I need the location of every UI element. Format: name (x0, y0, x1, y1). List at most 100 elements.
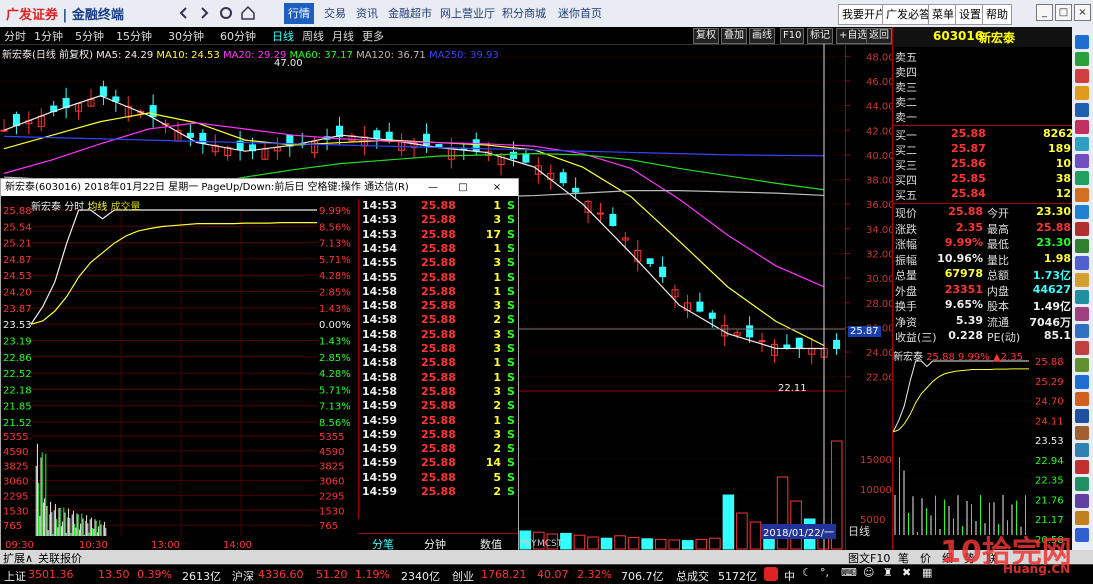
fire-icon[interactable] (1075, 341, 1089, 355)
tag-icon[interactable] (1075, 290, 1089, 304)
gift-icon[interactable] (1075, 477, 1089, 491)
sun-icon[interactable] (1075, 511, 1089, 525)
zoom-icon[interactable] (1075, 528, 1089, 542)
tick-time: 14:53 (362, 199, 398, 212)
indicator-tab-mcst[interactable]: MCST (537, 539, 562, 549)
book-icon[interactable] (1075, 239, 1089, 253)
list-icon[interactable] (1075, 324, 1089, 338)
menu-4[interactable]: 网上营业厅 (436, 3, 499, 24)
warn-icon[interactable] (1075, 120, 1089, 134)
cal-icon[interactable] (1075, 375, 1089, 389)
punct-icon[interactable]: °, (820, 566, 829, 579)
forward-icon[interactable] (196, 5, 212, 21)
sell-row-0: 卖五 (893, 49, 1093, 64)
timeframe-2[interactable]: 5分钟 (75, 28, 104, 44)
rss-icon[interactable] (1075, 154, 1089, 168)
top-button-3[interactable]: 设置 (955, 4, 985, 25)
pie-icon[interactable] (1075, 171, 1089, 185)
pen-icon[interactable] (1075, 426, 1089, 440)
timeframe-8[interactable]: 月线 (332, 28, 354, 44)
hot-icon[interactable] (1075, 137, 1089, 151)
link-icon[interactable] (1075, 409, 1089, 423)
input-method-icon[interactable] (764, 567, 778, 581)
tick-row-19: 14:59 25.88 5 S (359, 471, 519, 485)
f10-icon[interactable] (1075, 86, 1089, 100)
keyboard-icon[interactable]: ⌨ (841, 566, 857, 579)
popup-maximize-icon[interactable]: □ (456, 179, 470, 196)
timeframe-6[interactable]: 日线 (272, 28, 294, 44)
add-icon[interactable] (1075, 35, 1089, 49)
stat-value: 9.65% (944, 298, 983, 311)
menu-5[interactable]: 积分商城 (498, 3, 550, 24)
volume-bar (641, 538, 653, 550)
cube-icon[interactable] (1075, 494, 1089, 508)
volume-bar (573, 534, 586, 550)
popup-minimize-icon[interactable]: — (426, 179, 440, 196)
intraday-pct-tick: 2.85% (319, 288, 351, 299)
timeframe-9[interactable]: 更多 (362, 28, 384, 44)
maximize-icon[interactable]: □ (1055, 4, 1072, 21)
scan-icon[interactable] (1075, 443, 1089, 457)
timeframe-0[interactable]: 分时 (4, 28, 26, 44)
tick-row-13: 14:58 25.88 3 S (359, 385, 519, 399)
ime-cn-icon[interactable]: 中 (784, 568, 795, 584)
indicator-tab-psy[interactable]: PSY (520, 539, 537, 549)
bell-icon[interactable] (1075, 273, 1089, 287)
tool-button-0[interactable]: 复权 (693, 28, 719, 44)
tick-side: S (507, 427, 515, 441)
mini-tick-label: 24.11 (1035, 416, 1064, 427)
tool-button-2[interactable]: 画线 (749, 28, 775, 44)
minimize-icon[interactable]: _ (1036, 4, 1053, 21)
star-icon[interactable] (1075, 205, 1089, 219)
tick-row-17: 14:59 25.88 2 S (359, 442, 519, 456)
popup-close-icon[interactable]: × (490, 179, 504, 196)
grid-icon[interactable]: ▦ (922, 566, 932, 579)
tool-button-4[interactable]: 标记 (807, 28, 833, 44)
tool-button-1[interactable]: 叠加 (721, 28, 747, 44)
menu-0[interactable]: 行情 (284, 3, 314, 24)
menu-6[interactable]: 迷你首页 (554, 3, 606, 24)
flag-icon[interactable] (1075, 222, 1089, 236)
sort-icon[interactable] (1075, 103, 1089, 117)
timeframe-7[interactable]: 周线 (302, 28, 324, 44)
day-tab[interactable]: 日线 (848, 523, 870, 539)
user-icon[interactable]: ☺ (863, 566, 874, 579)
legend-ma10: MA10: 24.53 (156, 50, 220, 61)
timeframe-5[interactable]: 60分钟 (220, 28, 256, 44)
axis-tick-label: 36.00 (866, 200, 893, 211)
tick-price: 25.88 (421, 427, 456, 441)
tool-button-6[interactable]: 返回 (866, 28, 892, 44)
intraday-pct-tick: 9.99% (319, 206, 351, 217)
lock-icon[interactable] (1075, 460, 1089, 474)
brand-logo: 广发证券 | 金融终端 (6, 8, 124, 23)
volume-bar (709, 537, 721, 550)
total-amount: 5172亿 (718, 570, 757, 583)
tool-button-3[interactable]: F10 (780, 28, 805, 44)
vol-tick-right: 3825 (319, 462, 344, 473)
tools-icon[interactable]: ✖ (902, 566, 911, 579)
user-icon[interactable] (1075, 256, 1089, 270)
mail-icon[interactable] (1075, 392, 1089, 406)
menu-2[interactable]: 资讯 (352, 3, 382, 24)
chart-icon[interactable] (1075, 52, 1089, 66)
menu-1[interactable]: 交易 (320, 3, 350, 24)
news-icon[interactable] (1075, 69, 1089, 83)
top-button-4[interactable]: 帮助 (982, 4, 1012, 25)
menu-3[interactable]: 金融超市 (384, 3, 436, 24)
back-icon[interactable] (176, 5, 192, 21)
money-icon[interactable] (1075, 307, 1089, 321)
top-button-2[interactable]: 菜单 (928, 4, 958, 25)
close-icon[interactable]: × (1074, 4, 1091, 21)
grid-icon[interactable] (1075, 358, 1089, 372)
sell-label: 卖三 (895, 81, 917, 94)
hs-amount: 2340亿 (401, 570, 440, 583)
timeframe-1[interactable]: 1分钟 (34, 28, 63, 44)
timeframe-3[interactable]: 15分钟 (116, 28, 152, 44)
shirt-icon[interactable]: ♜ (883, 566, 893, 579)
moon-icon[interactable]: ☾ (802, 566, 812, 579)
refresh-icon[interactable] (218, 5, 234, 21)
top-button-1[interactable]: 广发必答 (882, 4, 934, 25)
trade-icon[interactable] (1075, 188, 1089, 202)
home-icon[interactable] (240, 5, 256, 21)
timeframe-4[interactable]: 30分钟 (168, 28, 204, 44)
